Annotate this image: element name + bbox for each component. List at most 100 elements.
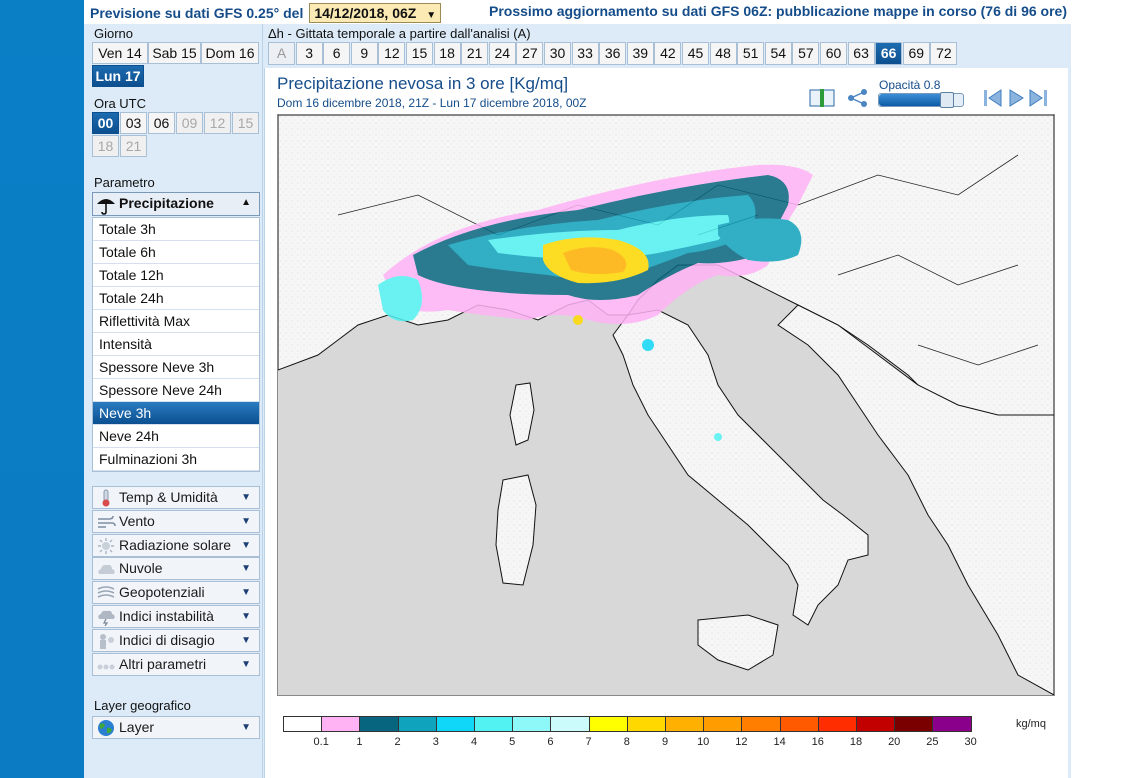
snowfall-map[interactable] [277, 114, 1055, 696]
timeline-step[interactable]: 9 [350, 42, 378, 65]
timeline-step[interactable]: 33 [571, 42, 599, 65]
run-date-select[interactable]: 14/12/2018, 06Z ▼ [309, 3, 442, 23]
timeline-step[interactable]: 42 [654, 42, 682, 65]
timeline-step[interactable]: 66 [875, 42, 903, 65]
hour-button[interactable]: 00 [92, 112, 119, 134]
timeline-step[interactable]: 69 [902, 42, 930, 65]
legend-swatch [512, 716, 552, 732]
forecast-source: Previsione su dati GFS 0.25° del 14/12/2… [90, 3, 442, 23]
timeline-step[interactable]: 30 [544, 42, 571, 65]
timeline-step[interactable]: 6 [323, 42, 351, 65]
param-group-0[interactable]: Temp & Umidità ▼ [92, 486, 260, 509]
timeline-step[interactable]: 27 [516, 42, 544, 65]
legend-tick-label: 1 [356, 736, 363, 748]
share-icon[interactable] [847, 88, 869, 108]
param-group-label: Indici instabilità [119, 608, 214, 624]
hour-button: 18 [92, 135, 119, 157]
timeline-step[interactable]: 21 [461, 42, 489, 65]
param-group-2[interactable]: Radiazione solare ▼ [92, 533, 260, 557]
day-button[interactable]: Ven 14 [92, 42, 148, 64]
param-group-label: Radiazione solare [119, 536, 232, 553]
precipitation-group-header[interactable]: Precipitazione ▲ [92, 192, 260, 216]
chevron-down-icon: ▼ [426, 10, 437, 21]
legend-tick-label: 0.1 [313, 736, 329, 748]
step-back-icon[interactable] [982, 87, 1004, 109]
day-button[interactable]: Sab 15 [148, 42, 201, 64]
timeline-step[interactable]: 57 [792, 42, 820, 65]
thermometer-icon [102, 489, 110, 507]
day-button[interactable]: Lun 17 [92, 65, 144, 87]
param-group-3[interactable]: Nuvole ▼ [92, 557, 260, 581]
hour-button[interactable]: 06 [148, 112, 175, 134]
timeline-step[interactable]: 54 [764, 42, 792, 65]
left-side-strip [0, 0, 84, 778]
param-group-5[interactable]: Indici instabilità ▼ [92, 605, 260, 628]
param-group-label: Temp & Umidità [119, 489, 218, 505]
cloud-icon [98, 565, 115, 575]
legend-tick-label: 18 [849, 736, 863, 748]
legend-tick-label: 14 [773, 736, 786, 748]
step-forward-icon[interactable] [1027, 87, 1049, 109]
timeline-step[interactable]: 63 [847, 42, 875, 65]
param-group-7[interactable]: Altri parametri ▼ [92, 652, 260, 676]
sun-icon [98, 537, 114, 554]
timeline-step[interactable]: 51 [737, 42, 765, 65]
hour-button[interactable]: 03 [120, 112, 147, 134]
legend-swatch [665, 716, 705, 732]
opacity-slider-handle[interactable] [940, 92, 955, 108]
param-item[interactable]: Intensità [93, 333, 259, 356]
param-group-label: Altri parametri [119, 655, 207, 672]
parameter-section-label: Parametro [94, 175, 155, 190]
opacity-slider[interactable] [878, 92, 964, 108]
param-item[interactable]: Totale 12h [93, 264, 259, 287]
layer-group-label: Layer [119, 719, 155, 735]
param-group-label: Nuvole [119, 560, 163, 577]
param-item[interactable]: Totale 3h [93, 218, 259, 241]
timeline-step[interactable]: 45 [682, 42, 709, 65]
book-icon[interactable] [809, 88, 835, 108]
param-group-4[interactable]: Geopotenziali ▼ [92, 581, 260, 605]
discomfort-icon [100, 633, 114, 649]
timeline-step[interactable]: 72 [930, 42, 958, 65]
timeline-step[interactable]: 48 [709, 42, 737, 65]
legend-swatch [283, 716, 323, 732]
param-item[interactable]: Neve 3h [93, 402, 259, 425]
param-item[interactable]: Spessore Neve 3h [93, 356, 259, 379]
timeline-step[interactable]: 15 [406, 42, 433, 65]
legend-tick-label: 4 [470, 736, 478, 748]
param-item[interactable]: Fulminazioni 3h [93, 448, 259, 471]
next-update-notice: Prossimo aggiornamento su dati GFS 06Z: … [489, 3, 1067, 19]
geopotential-icon [97, 586, 115, 598]
legend-swatch [741, 716, 781, 732]
legend-tick-label: 30 [964, 736, 977, 748]
param-item[interactable]: Spessore Neve 24h [93, 379, 259, 402]
timeline-step[interactable]: 39 [626, 42, 654, 65]
run-date-value: 14/12/2018, 06Z [314, 5, 417, 21]
param-group-6[interactable]: Indici di disagio ▼ [92, 628, 260, 652]
timeline-step[interactable]: 36 [599, 42, 627, 65]
param-item[interactable]: Riflettività Max [93, 310, 259, 333]
chevron-down-icon: ▼ [241, 611, 251, 622]
legend-swatch [894, 716, 934, 732]
legend-tick-label: 6 [547, 736, 554, 748]
day-button[interactable]: Dom 16 [201, 42, 259, 64]
day-section-label: Giorno [94, 26, 134, 41]
timeline-step[interactable]: 3 [295, 42, 323, 65]
param-item[interactable]: Neve 24h [93, 425, 259, 448]
wind-icon [98, 515, 116, 528]
chevron-down-icon: ▼ [241, 492, 251, 503]
layer-group-header[interactable]: Layer ▼ [92, 716, 260, 739]
timeline-step[interactable]: 60 [820, 42, 847, 65]
param-item[interactable]: Totale 24h [93, 287, 259, 310]
hour-button: 12 [204, 112, 231, 134]
chevron-down-icon: ▼ [241, 587, 251, 599]
legend-swatch [817, 716, 857, 732]
param-item[interactable]: Totale 6h [93, 241, 259, 264]
play-icon[interactable] [1005, 87, 1027, 109]
timeline-step[interactable]: 24 [488, 42, 516, 65]
param-group-1[interactable]: Vento ▼ [92, 509, 260, 533]
timeline-step[interactable]: 12 [378, 42, 406, 65]
legend-swatch [856, 716, 896, 732]
timeline-step[interactable]: 18 [433, 42, 461, 65]
forecast-source-label: Previsione su dati GFS 0.25° del [90, 5, 304, 21]
